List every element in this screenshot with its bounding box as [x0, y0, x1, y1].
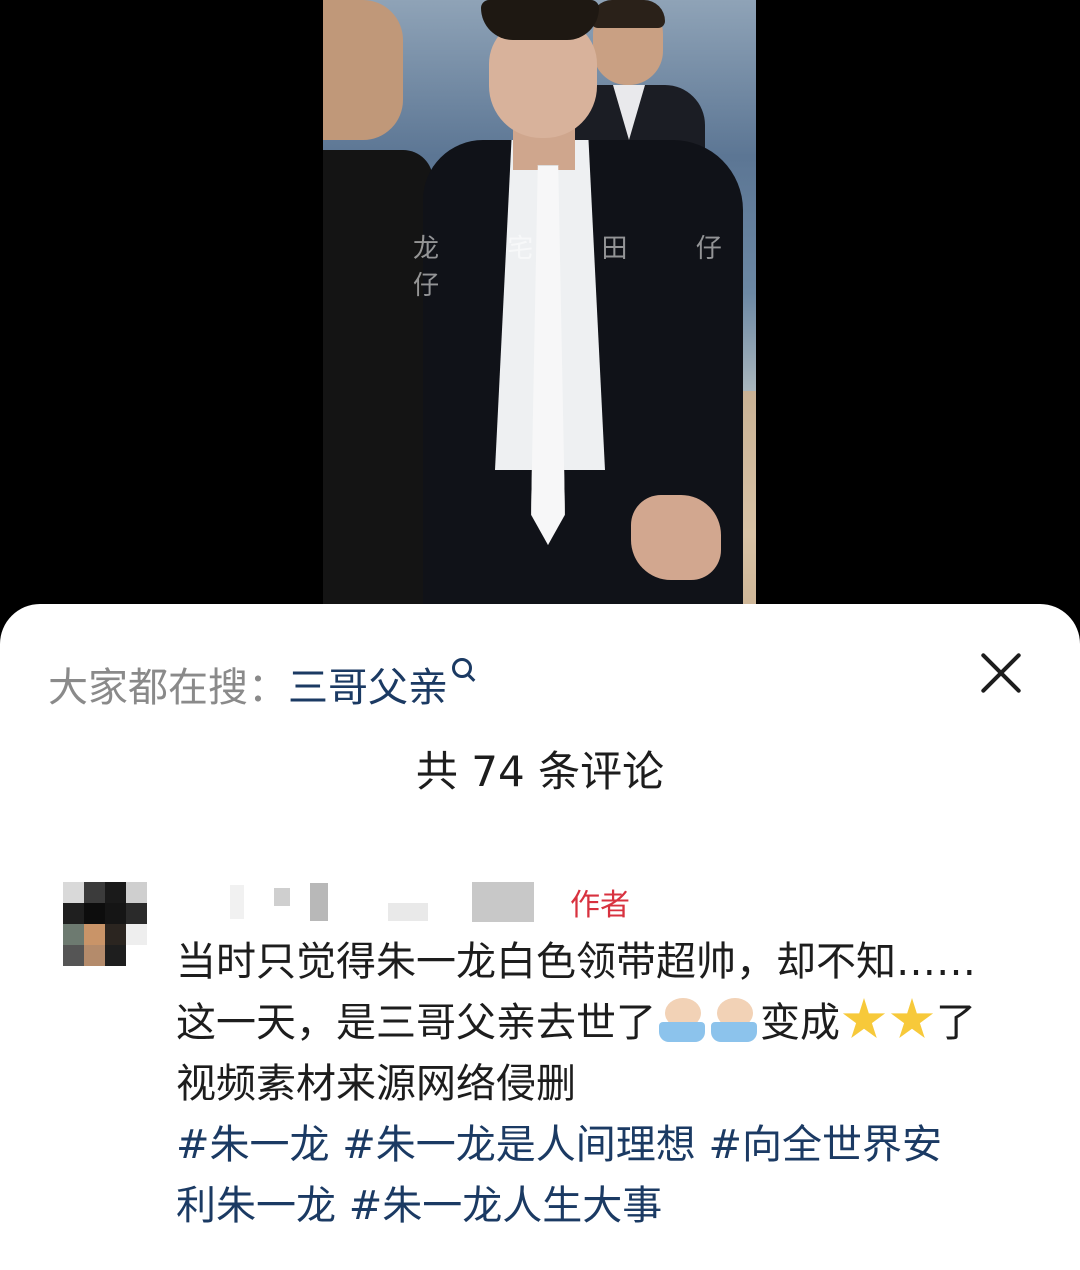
close-icon[interactable] [978, 650, 1024, 696]
hashtag-link[interactable]: #向全世界安 [708, 1122, 942, 1168]
avatar[interactable] [63, 882, 147, 966]
comment-sheet: 大家都在搜： 三哥父亲 共 74 条评论 作者 当时只觉得朱一龙白色领带超帅，却… [0, 604, 1080, 1270]
username-pixelated[interactable] [230, 880, 534, 924]
hashtag-link[interactable]: #朱一龙人生大事 [349, 1183, 663, 1229]
video-watermark: 龙 宅 田 仔 仔 [413, 234, 752, 301]
comment-line-3: 视频素材来源网络侵删 [176, 1061, 576, 1107]
comment-line-2: 这一天，是三哥父亲去世了 变成 了 [176, 993, 1056, 1054]
comment-line-2-end: 了 [936, 1000, 976, 1046]
comment-count-title: 共 74 条评论 [415, 747, 665, 796]
comment-text[interactable]: 当时只觉得朱一龙白色领带超帅，却不知…… 这一天，是三哥父亲去世了 变成 了 视频素… [176, 932, 1056, 1237]
hashtag-row-2: 利朱一龙 #朱一龙人生大事 [176, 1176, 1056, 1237]
hashtag-link[interactable]: #朱一龙 [176, 1122, 330, 1168]
comment-line-1: 当时只觉得朱一龙白色领带超帅，却不知…… [176, 939, 976, 985]
crying-in-tub-emoji [659, 998, 705, 1042]
hashtag-row-1: #朱一龙 #朱一龙是人间理想 #向全世界安 [176, 1115, 1056, 1176]
search-icon [452, 658, 472, 678]
trending-search-prefix: 大家都在搜： [48, 665, 288, 711]
star-emoji [890, 998, 934, 1039]
comment-line-2-middle: 变成 [760, 1000, 840, 1046]
hashtag-link[interactable]: 利朱一龙 [176, 1183, 336, 1229]
author-badge: 作者 [570, 888, 630, 923]
trending-search-term[interactable]: 三哥父亲 [288, 655, 448, 713]
main-man [403, 0, 743, 630]
trending-search[interactable]: 大家都在搜： 三哥父亲 [48, 658, 472, 711]
star-emoji [842, 998, 886, 1039]
hashtag-link[interactable]: #朱一龙是人间理想 [342, 1122, 696, 1168]
video-frame[interactable]: 龙 宅 田 仔 仔 [323, 0, 756, 630]
crying-in-tub-emoji [711, 998, 757, 1042]
comment-line-2-text: 这一天，是三哥父亲去世了 [176, 1000, 656, 1046]
